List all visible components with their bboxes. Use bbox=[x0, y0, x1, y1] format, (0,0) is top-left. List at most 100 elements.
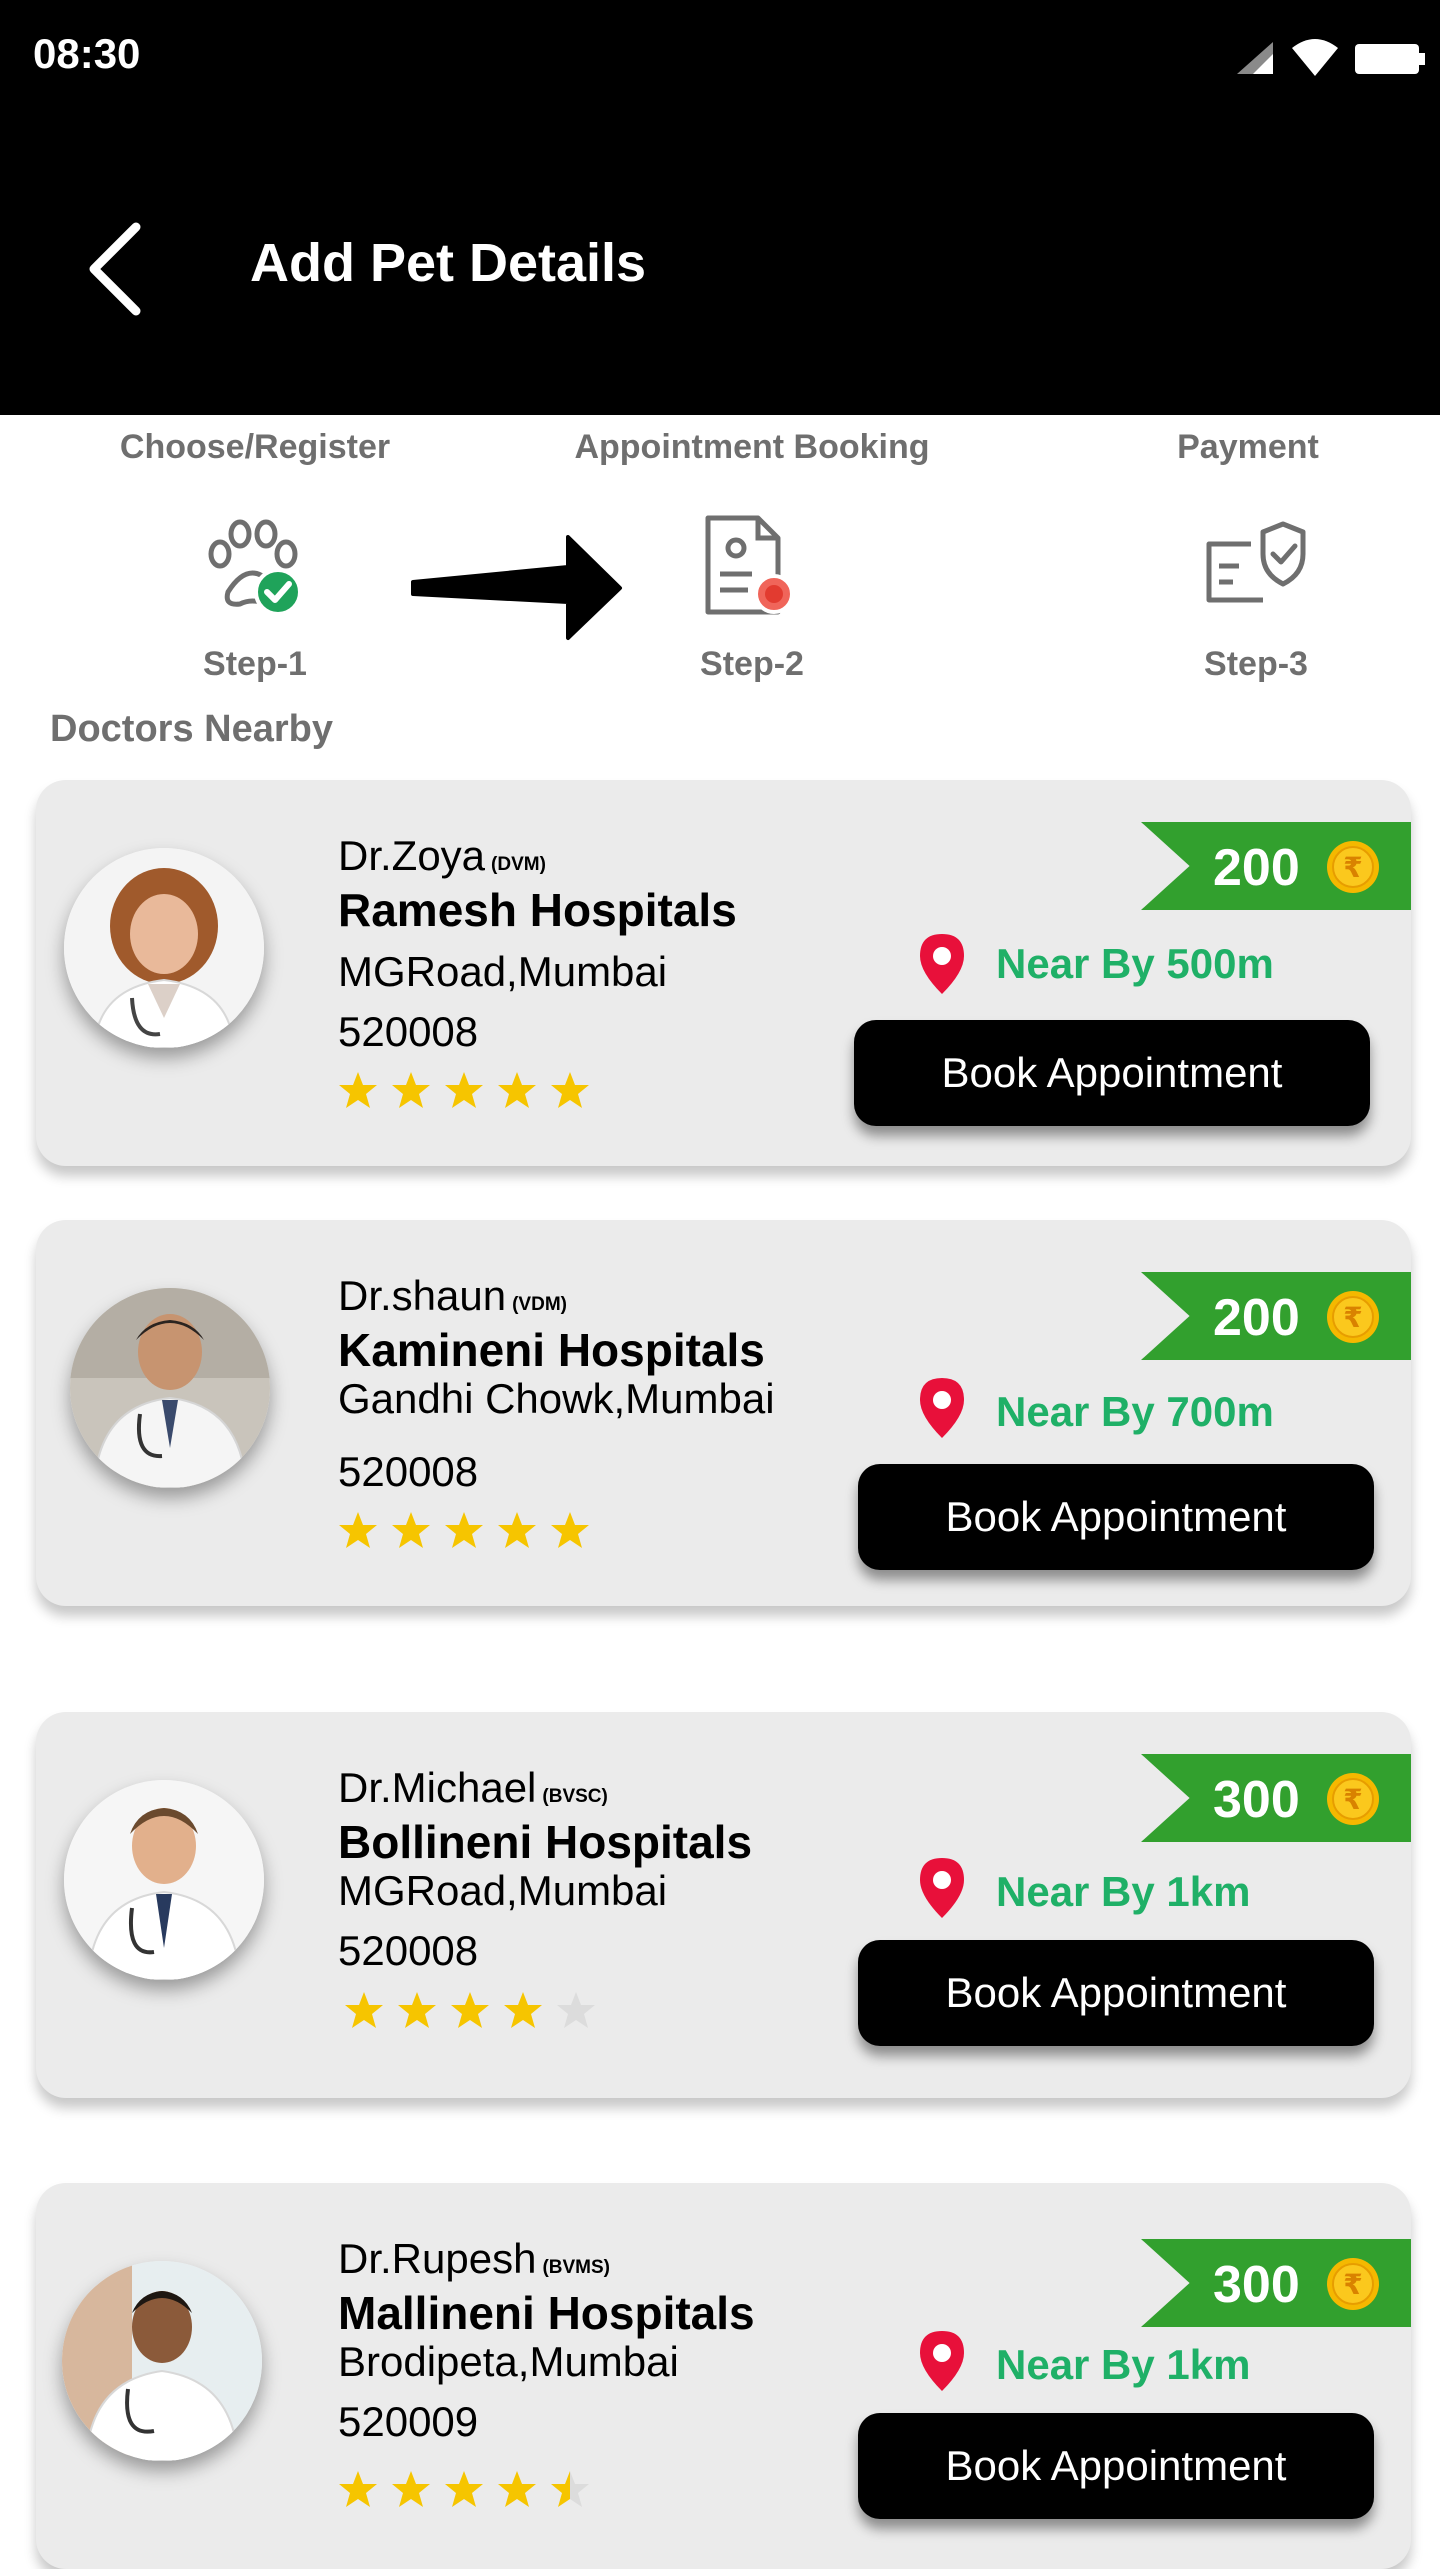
step-3-label: Payment bbox=[1177, 428, 1319, 466]
hospital-name: Bollineni Hospitals bbox=[338, 1816, 753, 1868]
avatar bbox=[62, 2261, 262, 2461]
hospital-name: Mallineni Hospitals bbox=[338, 2287, 755, 2339]
location-pin-icon bbox=[920, 1378, 964, 1438]
price-badge: 300 ₹ bbox=[1141, 2239, 1411, 2327]
doctor-name-text: Dr.Zoya bbox=[338, 832, 486, 879]
step-2-sublabel: Step-2 bbox=[700, 645, 804, 683]
wifi-icon bbox=[1292, 39, 1338, 76]
rating-stars bbox=[344, 1990, 596, 2030]
rupee-coin-icon: ₹ bbox=[1327, 841, 1379, 893]
step-1-sublabel: Step-1 bbox=[203, 645, 307, 683]
distance-label: Near By 500m bbox=[996, 940, 1274, 987]
paw-check-icon bbox=[208, 519, 302, 616]
star-icon bbox=[339, 2471, 377, 2507]
arrow-right-icon bbox=[411, 535, 622, 640]
doctor-card[interactable]: Dr.Michael (BVSC) Bollineni Hospitals MGR… bbox=[36, 1712, 1411, 2098]
hospital-address: Brodipeta,Mumbai bbox=[338, 2338, 679, 2385]
book-appointment-button[interactable]: Book Appointment bbox=[854, 1020, 1370, 1126]
price-badge: 200 ₹ bbox=[1141, 822, 1411, 910]
doctor-qualification: (VDM) bbox=[512, 1294, 567, 1315]
star-icon bbox=[504, 1992, 542, 2028]
star-icon bbox=[339, 1512, 377, 1548]
hospital-address: MGRoad,Mumbai bbox=[338, 948, 668, 995]
doctor-name: Dr.Rupesh (BVMS) bbox=[338, 2235, 610, 2283]
price-badge: 200 ₹ bbox=[1141, 1272, 1411, 1360]
section-title: Doctors Nearby bbox=[50, 708, 333, 750]
star-icon bbox=[445, 1072, 483, 1108]
svg-text:₹: ₹ bbox=[1343, 1301, 1362, 1334]
doctor-card[interactable]: Dr.Zoya (DVM) Ramesh Hospitals MGRoad,Mum… bbox=[36, 780, 1411, 1166]
hospital-address: MGRoad,Mumbai bbox=[338, 1867, 668, 1914]
rupee-coin-icon: ₹ bbox=[1327, 1291, 1379, 1343]
star-icon bbox=[551, 1072, 589, 1108]
star-icon bbox=[451, 1992, 489, 2028]
rating-stars bbox=[338, 1510, 590, 1550]
pincode: 520008 bbox=[338, 1927, 479, 1974]
doctor-name: Dr.Michael (BVSC) bbox=[338, 1764, 608, 1812]
star-icon bbox=[498, 2471, 536, 2507]
doctor-name-text: Dr.Michael bbox=[338, 1764, 537, 1811]
star-icon bbox=[345, 1992, 383, 2028]
location-pin-icon bbox=[920, 2331, 964, 2391]
step-3-sublabel: Step-3 bbox=[1204, 645, 1308, 683]
signal-icon bbox=[1237, 42, 1273, 74]
book-appointment-button[interactable]: Book Appointment bbox=[858, 1940, 1374, 2046]
star-icon bbox=[551, 2471, 589, 2507]
star-icon bbox=[392, 1512, 430, 1548]
hospital-name: Ramesh Hospitals bbox=[338, 884, 737, 936]
star-icon bbox=[445, 2471, 483, 2507]
star-icon bbox=[445, 1512, 483, 1548]
book-appointment-button[interactable]: Book Appointment bbox=[858, 2413, 1374, 2519]
price-value: 200 bbox=[1213, 1289, 1300, 1347]
verified-card-icon bbox=[1206, 521, 1306, 603]
star-icon bbox=[392, 1072, 430, 1108]
star-icon bbox=[498, 1512, 536, 1548]
step-1-label: Choose/Register bbox=[119, 428, 391, 466]
avatar bbox=[64, 848, 264, 1048]
price-badge: 300 ₹ bbox=[1141, 1754, 1411, 1842]
hospital-name: Kamineni Hospitals bbox=[338, 1324, 765, 1376]
status-bar bbox=[0, 0, 1440, 112]
doctor-name: Dr.Zoya (DVM) bbox=[338, 832, 546, 880]
app-bar bbox=[0, 112, 1440, 415]
doctor-card[interactable]: Dr.shaun (VDM) Kamineni Hospitals Gandhi … bbox=[36, 1220, 1411, 1606]
doctor-name-text: Dr.shaun bbox=[338, 1272, 507, 1319]
rupee-coin-icon: ₹ bbox=[1327, 2258, 1379, 2310]
star-icon bbox=[551, 1512, 589, 1548]
doctor-card[interactable]: Dr.Rupesh (BVMS) Mallineni Hospitals Brod… bbox=[36, 2183, 1411, 2569]
doctor-qualification: (BVMS) bbox=[542, 2257, 610, 2278]
svg-text:₹: ₹ bbox=[1343, 2268, 1362, 2301]
price-value: 300 bbox=[1213, 1771, 1300, 1829]
star-icon bbox=[557, 1992, 595, 2028]
distance-label: Near By 1km bbox=[996, 2341, 1251, 2388]
star-icon bbox=[392, 2471, 430, 2507]
distance-label: Near By 700m bbox=[996, 1388, 1274, 1435]
star-icon bbox=[398, 1992, 436, 2028]
rating-stars bbox=[338, 2469, 590, 2509]
rating-stars bbox=[338, 1070, 590, 1110]
star-icon bbox=[339, 1072, 377, 1108]
doctor-qualification: (DVM) bbox=[491, 854, 546, 875]
doctor-name-text: Dr.Rupesh bbox=[338, 2235, 537, 2282]
location-pin-icon bbox=[920, 1858, 964, 1918]
hospital-address: Gandhi Chowk,Mumbai bbox=[338, 1375, 775, 1422]
back-arrow-icon[interactable] bbox=[70, 205, 160, 325]
doctor-name: Dr.shaun (VDM) bbox=[338, 1272, 567, 1320]
step-2-label: Appointment Booking bbox=[574, 428, 930, 466]
status-time: 08:30 bbox=[33, 30, 141, 77]
price-value: 200 bbox=[1213, 839, 1300, 897]
svg-text:₹: ₹ bbox=[1343, 1783, 1362, 1816]
avatar bbox=[70, 1288, 270, 1488]
doctor-qualification: (BVSC) bbox=[542, 1786, 608, 1807]
distance-label: Near By 1km bbox=[996, 1868, 1251, 1915]
page-title: Add Pet Details bbox=[250, 233, 647, 293]
star-icon bbox=[498, 1072, 536, 1108]
book-appointment-button[interactable]: Book Appointment bbox=[858, 1464, 1374, 1570]
price-value: 300 bbox=[1213, 2256, 1300, 2314]
document-record-icon bbox=[705, 515, 794, 615]
pincode: 520009 bbox=[338, 2398, 479, 2445]
pincode: 520008 bbox=[338, 1008, 479, 1055]
battery-icon bbox=[1355, 44, 1425, 74]
pincode: 520008 bbox=[338, 1448, 479, 1495]
svg-text:₹: ₹ bbox=[1343, 851, 1362, 884]
